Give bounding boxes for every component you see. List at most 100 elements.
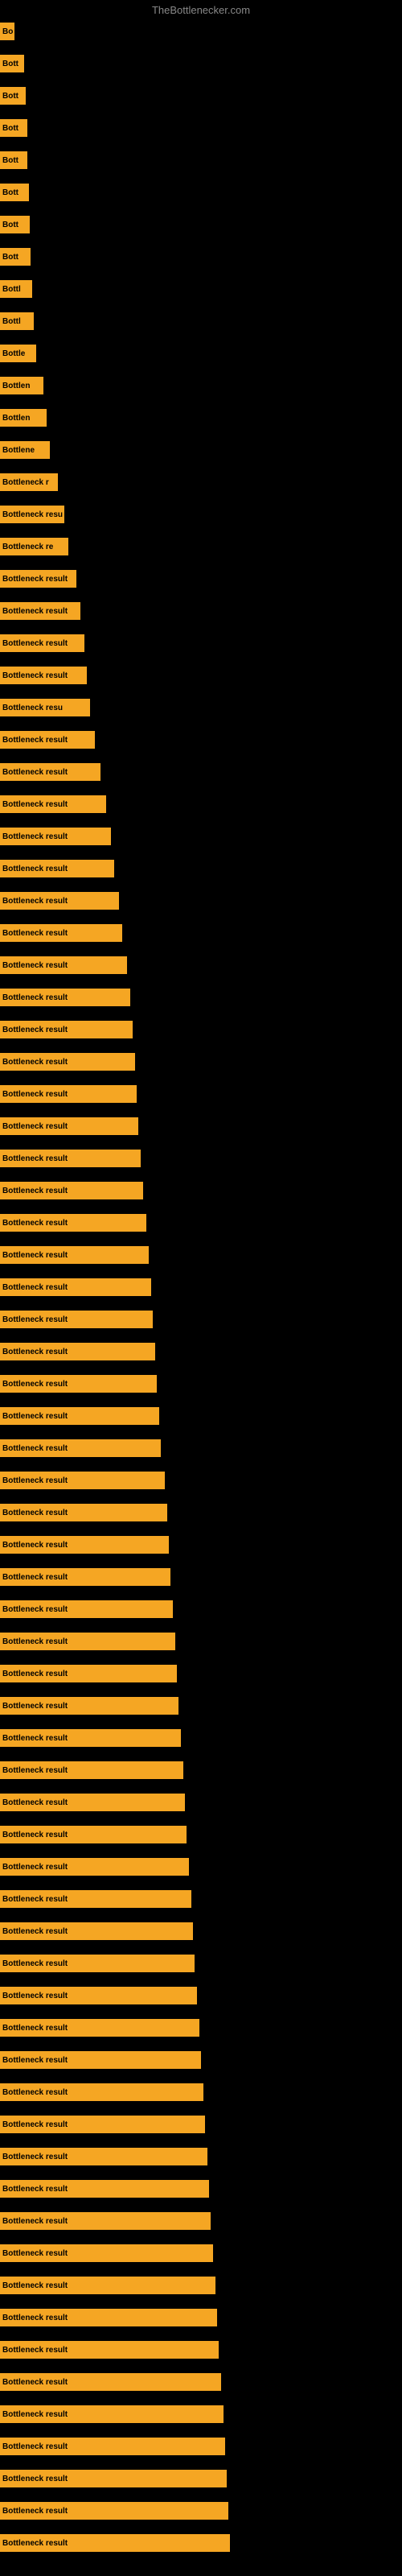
bar-fill: Bottleneck result [0,763,100,781]
bar-label: Bott [2,253,18,262]
bar-label: Bottleneck result [2,1734,68,1743]
bar-fill: Bottleneck result [0,1504,167,1521]
bar-label: Bottleneck result [2,2539,68,2548]
bar-label: Bottlene [2,446,35,455]
bar-item: Bottleneck result [0,1278,151,1296]
bar-label: Bottleneck result [2,1702,68,1711]
bar-item: Bottleneck result [0,602,80,620]
bar-label: Bott [2,124,18,133]
bar-fill: Bottleneck result [0,1214,146,1232]
bar-item: Bott [0,216,30,233]
bar-label: Bottleneck result [2,2475,68,2483]
bar-label: Bottle [2,349,25,358]
bar-label: Bottleneck result [2,2346,68,2355]
bar-label: Bottleneck result [2,1444,68,1453]
bar-label: Bottleneck resu [2,704,63,712]
bar-label: Bottleneck result [2,768,68,777]
bar-item: Bott [0,55,24,72]
bar-label: Bottleneck result [2,2185,68,2194]
bar-label: Bottlen [2,414,30,423]
bar-label: Bottleneck result [2,1831,68,1839]
bar-fill: Bottleneck result [0,602,80,620]
bar-item: Bottleneck result [0,2212,211,2230]
bar-fill: Bottleneck result [0,924,122,942]
bar-fill: Bottleneck result [0,1633,175,1650]
bar-label: Bottleneck result [2,2410,68,2419]
bar-fill: Bottleneck result [0,1343,155,1360]
bar-item: Bottleneck result [0,1697,178,1715]
bar-item: Bottleneck result [0,2244,213,2262]
bar-fill: Bottleneck result [0,731,95,749]
bar-fill: Bottleneck resu [0,506,64,523]
bar-label: Bottleneck result [2,1348,68,1356]
bar-item: Bottleneck result [0,1955,195,1972]
bar-fill: Bottleneck result [0,2309,217,2326]
bar-fill: Bottleneck result [0,2083,203,2101]
bar-item: Bottleneck result [0,1343,155,1360]
bar-item: Bottleneck result [0,1182,143,1199]
bar-fill: Bottleneck result [0,795,106,813]
bar-item: Bottleneck result [0,2148,207,2165]
bar-fill: Bott [0,87,26,105]
bar-label: Bottleneck re [2,543,53,551]
bar-label: Bottleneck result [2,1637,68,1646]
bar-label: Bottleneck r [2,478,49,487]
bar-fill: Bottleneck result [0,1472,165,1489]
bar-fill: Bottleneck result [0,667,87,684]
bar-item: Bottleneck result [0,1311,153,1328]
bar-fill: Bottleneck result [0,1568,170,1586]
bar-item: Bottleneck result [0,1987,197,2004]
bar-item: Bottleneck result [0,1665,177,1682]
bar-fill: Bottleneck result [0,2277,215,2294]
bar-fill: Bottleneck result [0,2341,219,2359]
bar-fill: Bott [0,184,29,201]
bar-label: Bottleneck result [2,1959,68,1968]
bar-label: Bott [2,221,18,229]
bar-label: Bottleneck result [2,671,68,680]
bar-label: Bottleneck result [2,1798,68,1807]
bar-fill: Bottleneck result [0,892,119,910]
bar-label: Bottleneck result [2,1315,68,1324]
bar-fill: Bottleneck result [0,2405,224,2423]
bar-item: Bottleneck result [0,1600,173,1618]
bar-item: Bottleneck result [0,2470,227,2487]
bar-label: Bottleneck result [2,2249,68,2258]
bar-fill: Bottleneck result [0,1021,133,1038]
bar-item: Bottleneck result [0,1214,146,1232]
bar-fill: Bottleneck result [0,1890,191,1908]
bar-item: Bottleneck result [0,1858,189,1876]
bar-fill: Bottleneck result [0,1794,185,1811]
bar-fill: Bottleneck result [0,2180,209,2198]
bar-fill: Bottleneck result [0,2373,221,2391]
bar-label: Bottleneck result [2,1187,68,1195]
bar-fill: Bottleneck result [0,989,130,1006]
bar-item: Bottlen [0,409,47,427]
site-title: TheBottlenecker.com [152,4,250,16]
bar-fill: Bottleneck re [0,538,68,555]
bar-label: Bo [2,27,13,36]
bar-fill: Bottleneck result [0,2244,213,2262]
bar-fill: Bottleneck result [0,2470,227,2487]
bar-label: Bottleneck result [2,2056,68,2065]
bar-label: Bottleneck result [2,1476,68,1485]
bar-label: Bottleneck result [2,736,68,745]
bar-label: Bottleneck result [2,1541,68,1550]
bar-label: Bottleneck result [2,1992,68,2000]
bar-item: Bottleneck result [0,1826,187,1843]
bar-item: Bottleneck result [0,1407,159,1425]
bar-label: Bottleneck result [2,1283,68,1292]
bar-fill: Bottlene [0,441,50,459]
bar-item: Bottleneck result [0,1633,175,1650]
bar-label: Bottleneck result [2,575,68,584]
bar-item: Bottl [0,312,34,330]
bar-fill: Bott [0,55,24,72]
bar-label: Bottleneck result [2,1026,68,1034]
bar-fill: Bottleneck result [0,2212,211,2230]
bar-item: Bottlen [0,377,43,394]
bar-item: Bottleneck re [0,538,68,555]
bar-item: Bottleneck result [0,1246,149,1264]
bar-item: Bottleneck result [0,1729,181,1747]
bar-fill: Bottleneck result [0,1600,173,1618]
bar-item: Bottleneck result [0,2341,219,2359]
bar-label: Bottleneck result [2,1380,68,1389]
